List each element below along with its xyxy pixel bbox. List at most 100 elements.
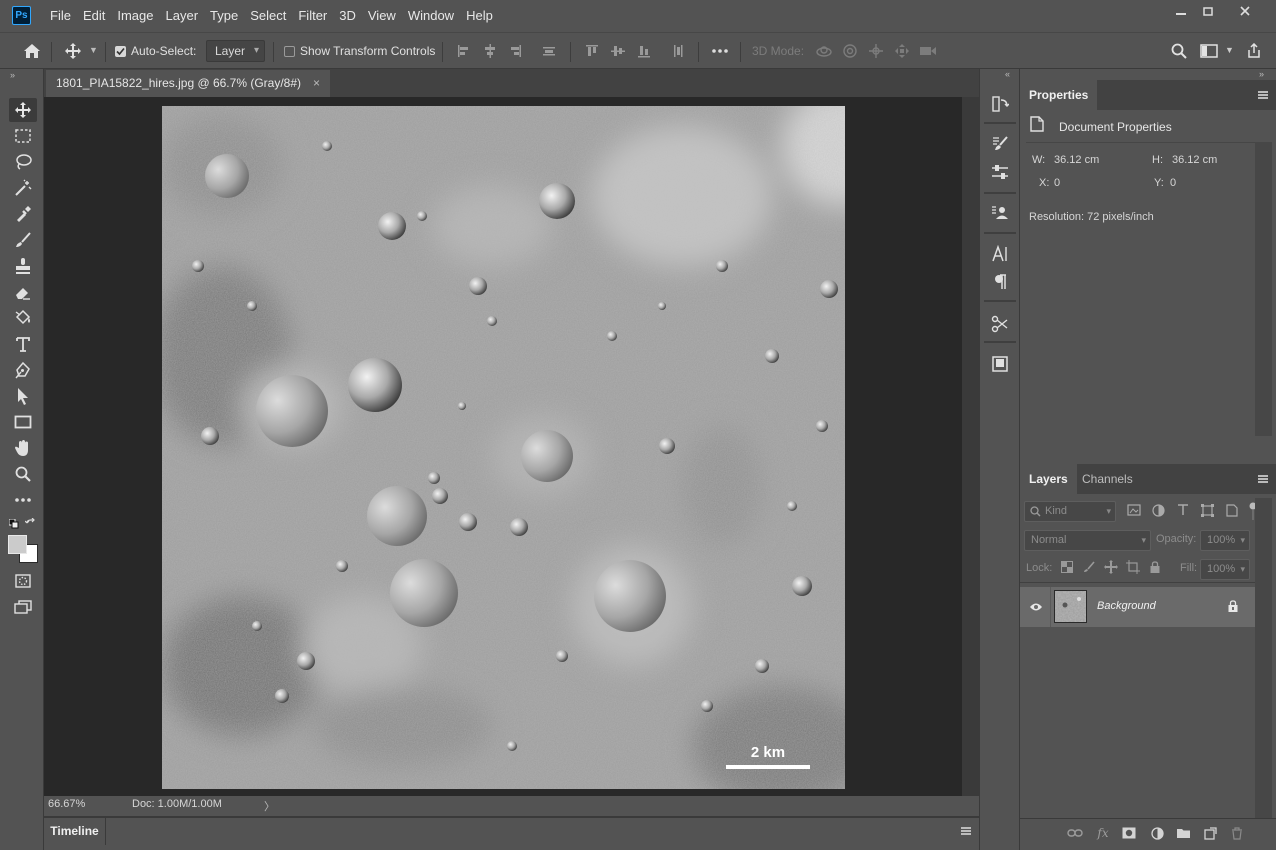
timeline-menu-icon[interactable] — [961, 827, 971, 835]
menu-image[interactable]: Image — [111, 0, 159, 32]
layer-filter-kind-dropdown[interactable]: Kind ▾ — [1024, 501, 1116, 522]
zoom-tool[interactable] — [9, 462, 37, 486]
more-options-button[interactable] — [709, 41, 731, 61]
swap-colors-icon[interactable] — [25, 518, 37, 530]
move-tool[interactable] — [9, 98, 37, 122]
adjustments-button[interactable] — [988, 161, 1012, 183]
new-adjustment-layer-button[interactable] — [1148, 825, 1166, 841]
chevron-down-icon[interactable]: ▼ — [1225, 45, 1234, 55]
tab-layers[interactable]: Layers — [1020, 464, 1077, 494]
brush-tool[interactable] — [9, 228, 37, 252]
zoom-level[interactable]: 66.67% — [48, 798, 85, 810]
layers-menu-icon[interactable] — [1258, 475, 1268, 483]
lock-image-icon[interactable] — [1083, 561, 1095, 573]
opacity-field[interactable]: 100% ▾ — [1200, 530, 1250, 551]
distribute-vertical-button[interactable] — [538, 41, 560, 61]
align-top-edges-button[interactable] — [581, 41, 603, 61]
timeline-tab[interactable]: Timeline — [44, 818, 106, 845]
move-tool-preset[interactable] — [62, 41, 84, 61]
width-value[interactable]: 36.12 cm — [1054, 154, 1099, 166]
menu-layer[interactable]: Layer — [160, 0, 205, 32]
document-image[interactable] — [162, 106, 845, 789]
fx-icon[interactable]: fx — [1094, 825, 1112, 841]
collapse-toolbar-icon[interactable]: » — [10, 70, 15, 80]
delete-layer-button[interactable] — [1228, 825, 1246, 841]
filter-shape-icon[interactable] — [1201, 504, 1214, 517]
edit-toolbar-button[interactable] — [9, 488, 37, 512]
3d-roll-button[interactable] — [839, 41, 861, 61]
properties-menu-icon[interactable] — [1258, 91, 1268, 99]
screen-mode-button[interactable] — [9, 595, 37, 619]
3d-slide-button[interactable] — [891, 41, 913, 61]
home-button[interactable] — [21, 41, 43, 61]
tab-properties[interactable]: Properties — [1020, 80, 1098, 110]
layer-lock-icon[interactable] — [1228, 600, 1238, 612]
history-panel-button[interactable] — [988, 93, 1012, 115]
eyedropper-tool[interactable] — [9, 202, 37, 226]
3d-pan-button[interactable] — [865, 41, 887, 61]
layer-comps-button[interactable] — [988, 202, 1012, 224]
libraries-panel-button[interactable] — [988, 353, 1012, 375]
menu-select[interactable]: Select — [244, 0, 292, 32]
quick-mask-button[interactable] — [9, 569, 37, 593]
menu-type[interactable]: Type — [204, 0, 244, 32]
lock-position-icon[interactable] — [1104, 560, 1118, 574]
foreground-color-swatch[interactable] — [8, 535, 27, 554]
menu-edit[interactable]: Edit — [77, 0, 111, 32]
character-panel-button[interactable] — [988, 243, 1012, 265]
close-window-button[interactable] — [1228, 0, 1262, 22]
magic-wand-tool[interactable] — [9, 176, 37, 200]
visibility-eye-icon[interactable] — [1029, 602, 1043, 612]
x-value[interactable]: 0 — [1054, 177, 1060, 189]
distribute-horizontal-button[interactable] — [667, 41, 689, 61]
new-group-button[interactable] — [1174, 825, 1192, 841]
add-mask-button[interactable] — [1120, 825, 1138, 841]
paragraph-panel-button[interactable] — [988, 271, 1012, 293]
close-tab-icon[interactable]: × — [313, 70, 320, 97]
filter-type-icon[interactable] — [1177, 504, 1189, 516]
default-colors-icon[interactable] — [9, 519, 19, 529]
rectangle-tool[interactable] — [9, 410, 37, 434]
height-value[interactable]: 36.12 cm — [1172, 154, 1217, 166]
align-bottom-edges-button[interactable] — [633, 41, 655, 61]
lock-transparent-icon[interactable] — [1061, 561, 1073, 573]
menu-filter[interactable]: Filter — [292, 0, 333, 32]
share-button[interactable] — [1243, 41, 1265, 61]
layer-row-background[interactable]: Background — [1020, 587, 1255, 627]
link-layers-button[interactable] — [1066, 825, 1084, 841]
status-menu-arrow[interactable]: 〉 — [264, 798, 275, 814]
type-tool[interactable] — [9, 332, 37, 356]
clone-stamp-tool[interactable] — [9, 254, 37, 278]
filter-adjustment-icon[interactable] — [1152, 504, 1165, 517]
expand-panels-icon[interactable]: « — [1005, 69, 1010, 79]
fill-field[interactable]: 100% ▾ — [1200, 559, 1250, 580]
align-left-edges-button[interactable] — [453, 41, 475, 61]
workspace-button[interactable] — [1198, 41, 1220, 61]
y-value[interactable]: 0 — [1170, 177, 1176, 189]
menu-3d[interactable]: 3D — [333, 0, 362, 32]
new-layer-button[interactable] — [1201, 825, 1219, 841]
menu-file[interactable]: File — [44, 0, 77, 32]
pen-tool[interactable] — [9, 358, 37, 382]
filter-smart-object-icon[interactable] — [1226, 504, 1238, 517]
show-transform-checkbox[interactable] — [284, 46, 295, 57]
properties-scrollbar[interactable] — [1255, 142, 1272, 436]
tab-channels[interactable]: Channels — [1073, 464, 1142, 494]
blend-mode-dropdown[interactable]: Normal ▾ — [1024, 530, 1151, 551]
hand-tool[interactable] — [9, 436, 37, 460]
path-selection-tool[interactable] — [9, 384, 37, 408]
lasso-tool[interactable] — [9, 150, 37, 174]
align-horizontal-centers-button[interactable] — [479, 41, 501, 61]
search-button[interactable] — [1168, 41, 1190, 61]
menu-help[interactable]: Help — [460, 0, 499, 32]
layers-scrollbar[interactable] — [1255, 498, 1272, 818]
menu-window[interactable]: Window — [402, 0, 460, 32]
lock-all-icon[interactable] — [1150, 561, 1160, 573]
tools-presets-button[interactable] — [988, 313, 1012, 335]
3d-orbit-button[interactable] — [813, 41, 835, 61]
lock-artboard-icon[interactable] — [1126, 560, 1140, 574]
collapse-panels-icon[interactable]: » — [1259, 69, 1264, 79]
canvas-vertical-scrollbar[interactable] — [962, 97, 979, 796]
auto-select-target-dropdown[interactable]: Layer ▾ — [206, 40, 265, 62]
maximize-button[interactable] — [1191, 0, 1225, 22]
